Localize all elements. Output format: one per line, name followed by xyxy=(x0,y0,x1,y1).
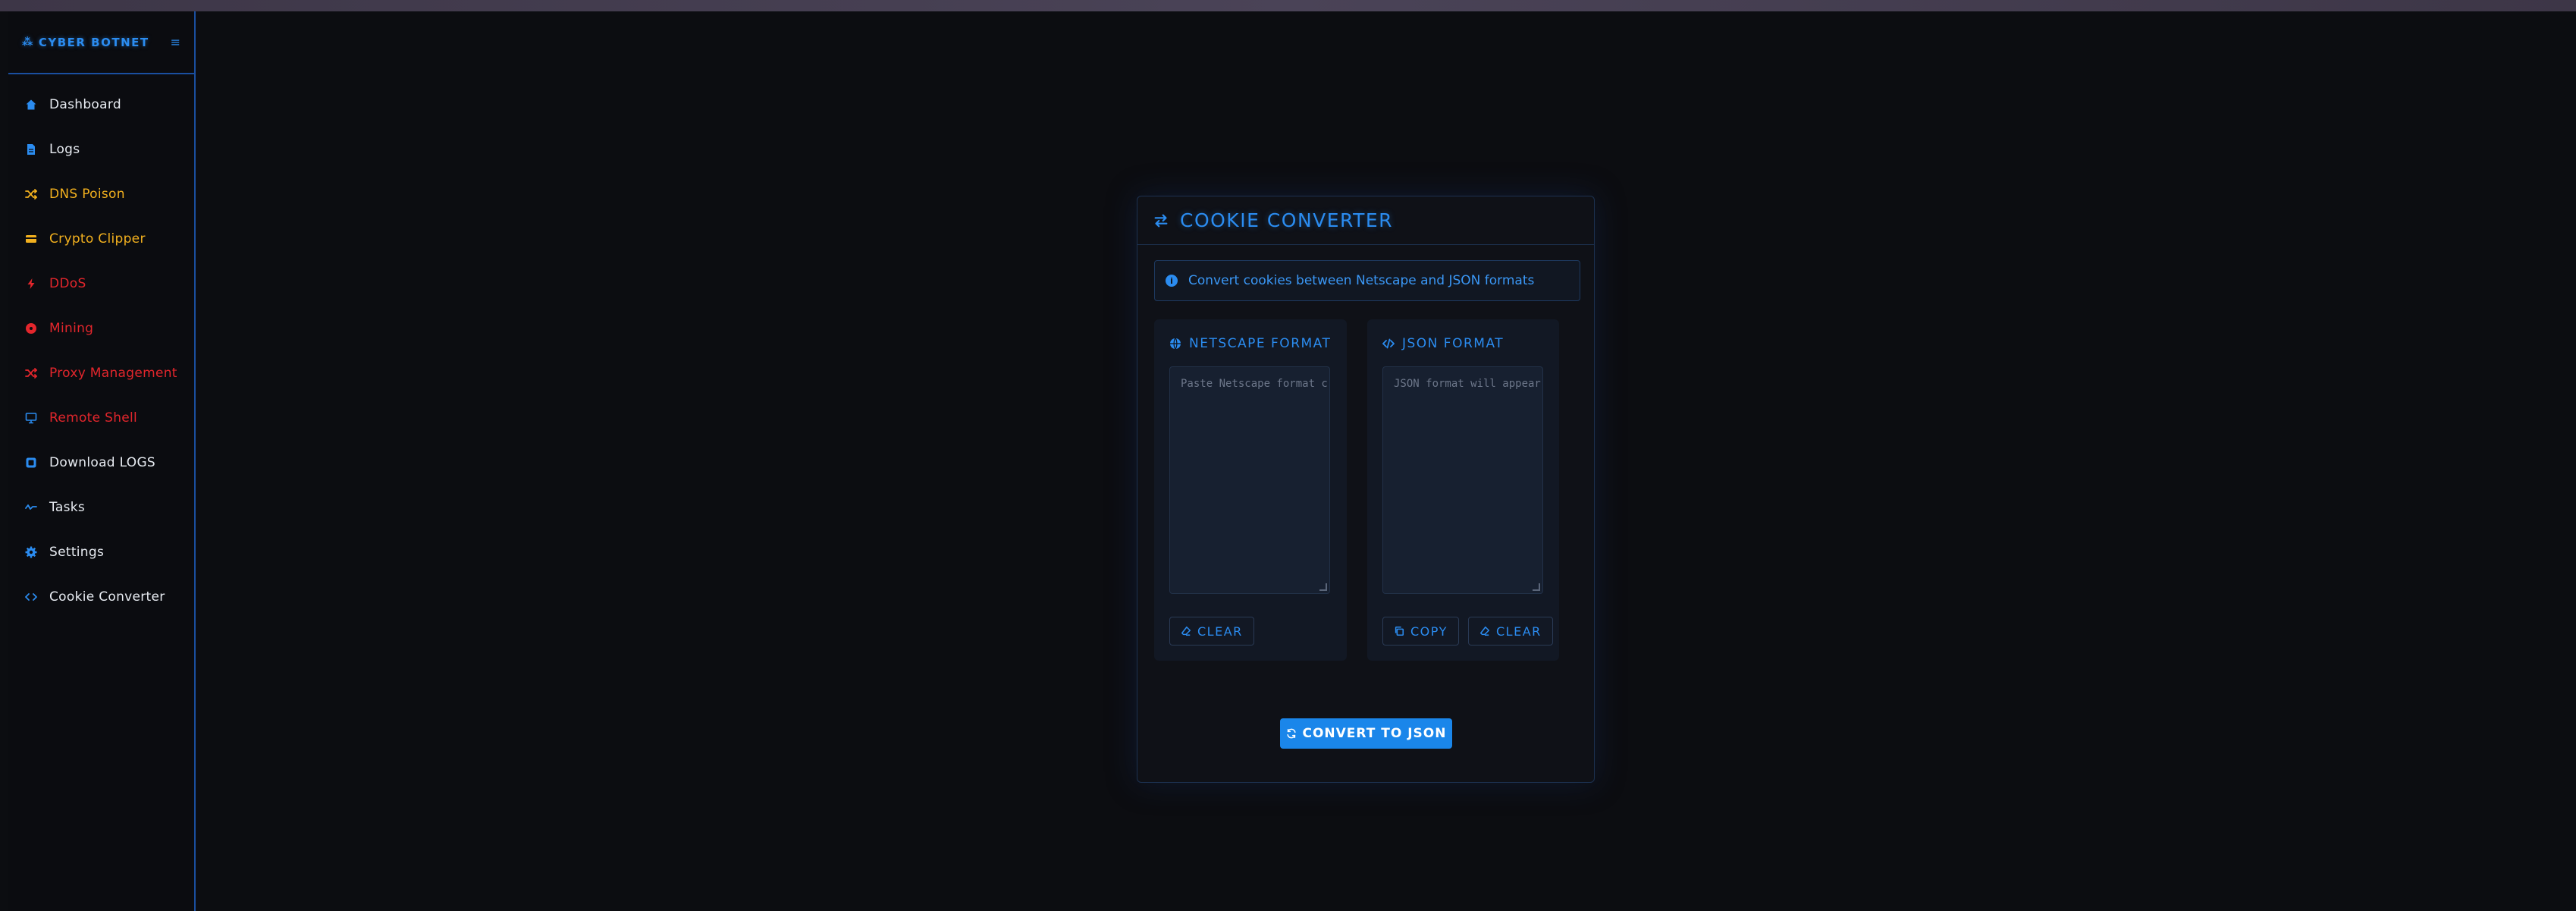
monitor-icon xyxy=(24,410,39,426)
sidebar-nav: Dashboard Logs DNS Poison Crypto Clipper DDo… xyxy=(8,74,194,619)
sidebar-item-logs[interactable]: Logs xyxy=(8,127,194,171)
sidebar-item-label: Settings xyxy=(49,544,105,560)
info-alert: i Convert cookies between Netscape and J… xyxy=(1154,260,1580,301)
sidebar-item-label: Tasks xyxy=(49,499,86,515)
sidebar-item-dns-poison[interactable]: DNS Poison xyxy=(8,171,194,216)
json-copy-label: COPY xyxy=(1410,624,1448,639)
sidebar-item-label: Crypto Clipper xyxy=(49,231,146,247)
disc-icon xyxy=(24,321,39,336)
netscape-placeholder: Paste Netscape format c xyxy=(1181,378,1328,390)
card-icon xyxy=(24,231,39,247)
sidebar-item-label: Mining xyxy=(49,320,94,336)
panel-header: COOKIE CONVERTER xyxy=(1137,196,1594,245)
resize-handle-icon[interactable] xyxy=(1319,583,1327,591)
sidebar-item-label: Dashboard xyxy=(49,96,121,112)
eraser-icon xyxy=(1479,626,1490,636)
home-icon xyxy=(24,97,39,112)
json-card: JSON FORMAT JSON format will appear COPY… xyxy=(1367,319,1559,661)
resize-handle-icon[interactable] xyxy=(1533,583,1540,591)
sidebar: ⁂ CYBER BOTNET ≡ Dashboard Logs DNS Poison… xyxy=(8,11,196,911)
netscape-globe-icon xyxy=(1170,338,1181,350)
json-card-header: JSON FORMAT xyxy=(1382,336,1504,351)
download-icon xyxy=(24,455,39,470)
sidebar-item-label: DDoS xyxy=(49,275,86,291)
window-top-bar xyxy=(0,0,2576,11)
sidebar-item-download-logs[interactable]: Download LOGS xyxy=(8,440,194,485)
sidebar-item-remote-shell[interactable]: Remote Shell xyxy=(8,395,194,440)
sidebar-item-cookie-converter[interactable]: Cookie Converter xyxy=(8,574,194,619)
json-clear-button[interactable]: CLEAR xyxy=(1468,617,1553,646)
info-icon: i xyxy=(1166,275,1178,287)
sidebar-item-dashboard[interactable]: Dashboard xyxy=(8,82,194,127)
sidebar-item-proxy-management[interactable]: Proxy Management xyxy=(8,350,194,395)
panel-title: COOKIE CONVERTER xyxy=(1180,209,1394,231)
json-title: JSON FORMAT xyxy=(1402,336,1504,351)
sidebar-item-label: DNS Poison xyxy=(49,186,125,202)
json-copy-button[interactable]: COPY xyxy=(1382,617,1459,646)
sidebar-item-ddos[interactable]: DDoS xyxy=(8,261,194,306)
network-icon xyxy=(24,366,39,381)
sidebar-brand: ⁂ CYBER BOTNET ≡ xyxy=(8,11,194,74)
gear-icon xyxy=(24,545,39,560)
sidebar-item-label: Download LOGS xyxy=(49,454,156,470)
pulse-icon xyxy=(24,500,39,515)
netscape-card: NETSCAPE FORMAT Paste Netscape format c … xyxy=(1154,319,1347,661)
brand-name: CYBER BOTNET xyxy=(38,35,149,49)
json-placeholder: JSON format will appear xyxy=(1394,378,1541,390)
sidebar-item-label: Remote Shell xyxy=(49,410,138,426)
bolt-icon xyxy=(24,276,39,291)
json-clear-label: CLEAR xyxy=(1496,624,1542,639)
convert-label: CONVERT TO JSON xyxy=(1302,726,1447,741)
netscape-title: NETSCAPE FORMAT xyxy=(1189,336,1332,351)
sidebar-item-mining[interactable]: Mining xyxy=(8,306,194,350)
sidebar-item-label: Logs xyxy=(49,141,80,157)
json-output[interactable]: JSON format will appear xyxy=(1382,366,1543,594)
copy-icon xyxy=(1395,626,1404,636)
netscape-clear-button[interactable]: CLEAR xyxy=(1169,617,1254,646)
netscape-card-header: NETSCAPE FORMAT xyxy=(1169,336,1331,351)
cookie-converter-panel: COOKIE CONVERTER i Convert cookies betwe… xyxy=(1137,196,1595,783)
eraser-icon xyxy=(1181,626,1191,636)
file-icon xyxy=(24,142,39,157)
menu-toggle-icon[interactable]: ≡ xyxy=(171,35,180,49)
brand-title[interactable]: ⁂ CYBER BOTNET xyxy=(22,36,149,49)
convert-to-json-button[interactable]: CONVERT TO JSON xyxy=(1280,718,1452,749)
code-icon xyxy=(1382,338,1395,349)
code-icon xyxy=(24,589,39,605)
sidebar-item-label: Cookie Converter xyxy=(49,589,165,605)
shuffle-icon xyxy=(24,187,39,202)
info-text: Convert cookies between Netscape and JSO… xyxy=(1188,273,1535,288)
sidebar-item-crypto-clipper[interactable]: Crypto Clipper xyxy=(8,216,194,261)
sidebar-item-tasks[interactable]: Tasks xyxy=(8,485,194,529)
netscape-input[interactable]: Paste Netscape format c xyxy=(1169,366,1330,594)
swap-arrows-icon xyxy=(1154,214,1168,227)
sidebar-item-label: Proxy Management xyxy=(49,365,177,381)
netscape-clear-label: CLEAR xyxy=(1197,624,1243,639)
refresh-icon xyxy=(1286,728,1296,739)
sidebar-item-settings[interactable]: Settings xyxy=(8,529,194,574)
brand-logo-icon: ⁂ xyxy=(22,36,34,49)
